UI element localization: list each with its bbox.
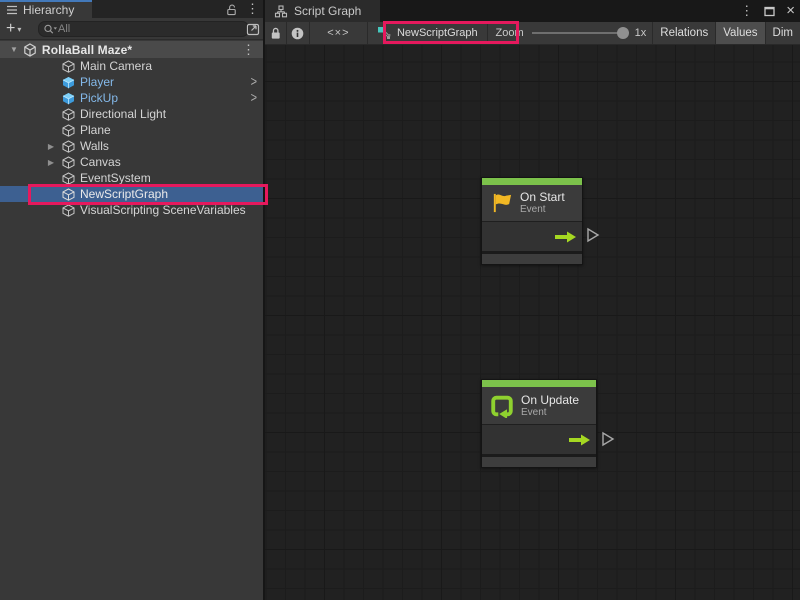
hierarchy-item-eventsystem[interactable]: EventSystem <box>0 170 263 186</box>
output-port-triangle[interactable] <box>601 431 615 447</box>
gameobject-cube-icon <box>62 108 75 121</box>
hierarchy-item-visualscripting-scenevariables[interactable]: VisualScripting SceneVariables <box>0 202 263 218</box>
scene-menu-icon[interactable]: ⋮ <box>242 45 255 55</box>
scene-picker-icon[interactable] <box>246 22 260 36</box>
node-port-row <box>482 424 596 454</box>
scene-header-row[interactable]: ▼ RollaBall Maze* ⋮ <box>0 41 263 58</box>
window-menu-icon[interactable]: ⋮ <box>740 6 753 16</box>
hierarchy-item-walls[interactable]: ▶ Walls <box>0 138 263 154</box>
hierarchy-toolbar: + ▾ <box>0 18 263 40</box>
node-subtitle: Event <box>520 204 565 216</box>
prefab-expand-icon[interactable]: > <box>251 75 257 90</box>
prefab-expand-icon[interactable]: > <box>251 91 257 106</box>
node-on-update[interactable]: On Update Event <box>481 379 597 468</box>
node-on-start[interactable]: On Start Event <box>481 177 583 265</box>
hierarchy-item-canvas[interactable]: ▶ Canvas <box>0 154 263 170</box>
graph-name-label: NewScriptGraph <box>397 27 478 39</box>
gameobject-cube-icon <box>62 188 75 201</box>
dropdown-arrow-icon: ▾ <box>17 25 21 34</box>
unity-logo-icon <box>23 43 37 57</box>
script-graph-panel: Script Graph ⋮ × <box>265 0 800 600</box>
loop-icon <box>490 394 514 418</box>
expand-triangle-icon[interactable]: ▶ <box>46 142 56 151</box>
hierarchy-panel: Hierarchy ⋮ + ▾ <box>0 0 265 600</box>
tab-script-graph[interactable]: Script Graph <box>265 0 380 22</box>
flow-arrow-icon <box>555 231 576 243</box>
gameobject-cube-icon <box>62 204 75 217</box>
lock-graph-button[interactable] <box>265 22 287 44</box>
values-toggle-button[interactable]: Values <box>715 22 764 44</box>
gameobject-cube-icon <box>62 156 75 169</box>
flag-icon <box>490 192 513 214</box>
node-footer <box>482 457 596 467</box>
dim-toggle-button[interactable]: Dim <box>765 22 800 44</box>
node-header: On Start Event <box>482 185 582 221</box>
hierarchy-item-main-camera[interactable]: Main Camera <box>0 58 263 74</box>
hierarchy-panel-menu-icon[interactable]: ⋮ <box>246 4 259 14</box>
plus-icon: + <box>6 21 15 37</box>
hierarchy-tabstrip: Hierarchy ⋮ <box>0 0 263 18</box>
graph-tabstrip: Script Graph ⋮ × <box>265 0 800 22</box>
script-graph-asset-icon <box>377 26 391 40</box>
zoom-slider-handle[interactable] <box>617 27 629 39</box>
node-port-row <box>482 221 582 251</box>
maximize-icon[interactable] <box>764 6 775 17</box>
node-titlebar <box>482 178 582 185</box>
node-title: On Update <box>521 393 579 407</box>
unity-editor-window: Hierarchy ⋮ + ▾ <box>0 0 800 600</box>
hierarchy-tab-label: Hierarchy <box>23 3 74 17</box>
graph-variables-button[interactable]: <×> <box>310 22 368 44</box>
gameobject-cube-icon <box>62 60 75 73</box>
hierarchy-item-player[interactable]: Player > <box>0 74 263 90</box>
prefab-cube-icon <box>62 76 75 89</box>
gameobject-cube-icon <box>62 124 75 137</box>
node-titlebar <box>482 380 596 387</box>
zoom-label: Zoom <box>496 27 524 39</box>
node-title: On Start <box>520 190 565 204</box>
hierarchy-item-pickup[interactable]: PickUp > <box>0 90 263 106</box>
list-icon <box>6 5 18 15</box>
variables-icon: <×> <box>327 27 349 39</box>
node-header: On Update Event <box>482 387 596 424</box>
hierarchy-item-directional-light[interactable]: Directional Light <box>0 106 263 122</box>
node-footer <box>482 254 582 264</box>
prefab-cube-icon <box>62 92 75 105</box>
graph-canvas[interactable]: On Start Event <box>265 45 800 600</box>
search-icon <box>43 23 58 35</box>
graph-info-button[interactable] <box>287 22 310 44</box>
gameobject-cube-icon <box>62 140 75 153</box>
zoom-value: 1x <box>635 27 647 39</box>
graph-tab-label: Script Graph <box>294 4 361 18</box>
graph-name-button[interactable]: NewScriptGraph <box>368 22 487 44</box>
graph-tree-icon <box>274 5 288 18</box>
output-port-triangle[interactable] <box>586 227 600 243</box>
info-icon <box>291 27 304 40</box>
search-input[interactable] <box>58 23 244 35</box>
tab-hierarchy[interactable]: Hierarchy <box>0 0 92 18</box>
unlock-icon[interactable] <box>225 3 238 16</box>
graph-toolbar: <×> NewScriptGraph Zoom 1x Relation <box>265 22 800 45</box>
add-gameobject-button[interactable]: + ▾ <box>6 19 21 39</box>
zoom-control: Zoom 1x <box>496 27 653 39</box>
gameobject-cube-icon <box>62 172 75 185</box>
zoom-slider[interactable] <box>532 32 626 34</box>
hierarchy-tree: Main Camera Player > PickUp > Directiona… <box>0 58 263 218</box>
scene-name: RollaBall Maze* <box>42 43 132 57</box>
close-icon[interactable]: × <box>786 4 795 18</box>
collapse-triangle-icon[interactable]: ▼ <box>10 45 18 54</box>
flow-arrow-icon <box>569 434 590 446</box>
relations-toggle-button[interactable]: Relations <box>652 22 715 44</box>
lock-icon <box>269 26 282 40</box>
node-subtitle: Event <box>521 407 579 419</box>
hierarchy-search-box[interactable] <box>38 21 249 37</box>
expand-triangle-icon[interactable]: ▶ <box>46 158 56 167</box>
hierarchy-item-plane[interactable]: Plane <box>0 122 263 138</box>
hierarchy-item-newscriptgraph[interactable]: NewScriptGraph <box>0 186 263 202</box>
